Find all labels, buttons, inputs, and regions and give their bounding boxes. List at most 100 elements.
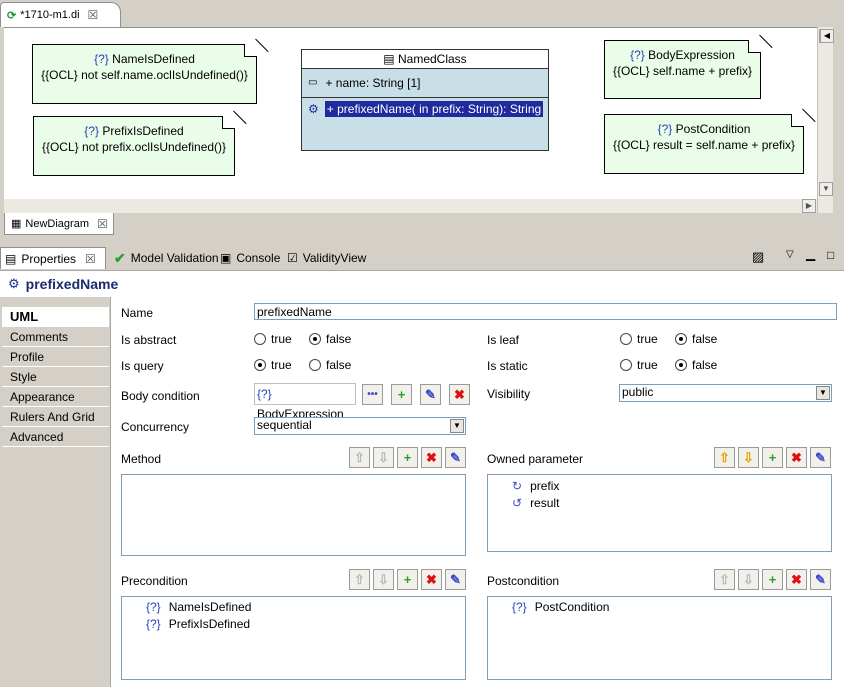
edit-button[interactable]: ✎ bbox=[445, 569, 466, 590]
is-static-false-radio[interactable]: false bbox=[675, 358, 717, 372]
tab-validity-view[interactable]: ☑ ValidityView bbox=[283, 247, 370, 269]
is-abstract-false-radio[interactable]: false bbox=[309, 332, 351, 346]
is-static-true-radio[interactable]: true bbox=[620, 358, 658, 372]
move-up-button[interactable]: ⇧ bbox=[714, 569, 735, 590]
edit-button[interactable]: ✎ bbox=[420, 384, 441, 405]
tab-console[interactable]: ▣ Console bbox=[216, 247, 284, 269]
move-up-button[interactable]: ⇧ bbox=[349, 447, 370, 468]
concurrency-select[interactable]: sequential ▼ bbox=[254, 417, 466, 435]
is-abstract-true-radio[interactable]: true bbox=[254, 332, 292, 346]
delete-button[interactable]: ✖ bbox=[449, 384, 470, 405]
move-down-button[interactable]: ⇩ bbox=[738, 447, 759, 468]
tab-properties[interactable]: ▤ Properties ☒ bbox=[0, 247, 106, 269]
delete-button[interactable]: ✖ bbox=[786, 569, 807, 590]
delete-button[interactable]: ✖ bbox=[786, 447, 807, 468]
is-leaf-false-radio[interactable]: false bbox=[675, 332, 717, 346]
properties-title-bar: ⚙ prefixedName bbox=[0, 270, 844, 297]
delete-button[interactable]: ✖ bbox=[421, 447, 442, 468]
precondition-list[interactable]: {?} NameIsDefined {?} PrefixIsDefined bbox=[121, 596, 466, 680]
radio-label: false bbox=[326, 332, 352, 346]
postcondition-list[interactable]: {?} PostCondition bbox=[487, 596, 832, 680]
constraint-icon: {?} bbox=[146, 617, 161, 631]
is-abstract-label: Is abstract bbox=[121, 333, 177, 347]
add-button[interactable]: + bbox=[762, 447, 783, 468]
name-field[interactable]: prefixedName bbox=[254, 303, 837, 320]
is-query-false-radio[interactable]: false bbox=[309, 358, 351, 372]
list-item-label: prefix bbox=[530, 479, 560, 493]
diagram-icon: ▦ bbox=[11, 218, 22, 230]
chevron-down-icon: ▼ bbox=[450, 419, 464, 433]
edit-button[interactable]: ✎ bbox=[810, 447, 831, 468]
radio-label: true bbox=[271, 332, 292, 346]
list-item[interactable]: {?} NameIsDefined bbox=[146, 600, 251, 614]
class-name: NamedClass bbox=[397, 52, 467, 66]
sidebar-item-rulers-and-grid[interactable]: Rulers And Grid bbox=[2, 407, 109, 427]
horizontal-scrollbar[interactable]: ▶ bbox=[4, 199, 817, 213]
close-icon[interactable]: ☒ bbox=[85, 252, 96, 266]
note-body-expression[interactable]: {?} BodyExpression {{OCL} self.name + pr… bbox=[604, 40, 761, 99]
move-down-button[interactable]: ⇩ bbox=[373, 447, 394, 468]
concurrency-value: sequential bbox=[257, 418, 312, 432]
note-prefix-is-defined[interactable]: {?} PrefixIsDefined {{OCL} not prefix.oc… bbox=[33, 116, 235, 176]
minimize-icon[interactable]: ▁ bbox=[806, 247, 815, 261]
diagram-tab[interactable]: ▦ NewDiagram ☒ bbox=[4, 213, 114, 235]
is-query-label: Is query bbox=[121, 359, 164, 373]
move-down-button[interactable]: ⇩ bbox=[738, 569, 759, 590]
operation-label[interactable]: + prefixedName( in prefix: String): Stri… bbox=[324, 101, 544, 117]
list-item[interactable]: {?} PostCondition bbox=[512, 600, 609, 614]
note-marker: {?} bbox=[657, 122, 673, 136]
browse-button[interactable]: ••• bbox=[362, 384, 383, 405]
sidebar-item-appearance[interactable]: Appearance bbox=[2, 387, 109, 407]
attribute-label[interactable]: + name: String [1] bbox=[325, 70, 420, 96]
sidebar-item-comments[interactable]: Comments bbox=[2, 327, 109, 347]
radio-label: false bbox=[692, 358, 718, 372]
sidebar-item-advanced[interactable]: Advanced bbox=[2, 427, 109, 447]
owned-parameter-list[interactable]: ↻ prefix ↺ result bbox=[487, 474, 832, 552]
note-title: PrefixIsDefined bbox=[102, 124, 184, 138]
edit-button[interactable]: ✎ bbox=[445, 447, 466, 468]
edit-button[interactable]: ✎ bbox=[810, 569, 831, 590]
add-button[interactable]: + bbox=[762, 569, 783, 590]
add-button[interactable]: + bbox=[397, 569, 418, 590]
is-query-true-radio[interactable]: true bbox=[254, 358, 292, 372]
editor-tab[interactable]: ⟳ *1710-m1.di ☒ bbox=[0, 2, 121, 27]
method-label: Method bbox=[121, 452, 162, 466]
move-up-button[interactable]: ⇧ bbox=[349, 569, 370, 590]
close-icon[interactable]: ☒ bbox=[88, 8, 99, 22]
move-down-button[interactable]: ⇩ bbox=[373, 569, 394, 590]
sidebar-item-uml[interactable]: UML bbox=[2, 307, 109, 327]
maximize-icon[interactable]: □ bbox=[827, 248, 834, 262]
note-post-condition[interactable]: {?} PostCondition {{OCL} result = self.n… bbox=[604, 114, 804, 174]
view-menu-icon[interactable]: ▽ bbox=[786, 249, 794, 260]
close-icon[interactable]: ☒ bbox=[97, 217, 108, 231]
sidebar-item-profile[interactable]: Profile bbox=[2, 347, 109, 367]
vertical-scrollbar[interactable]: ▲ ▼ bbox=[817, 27, 833, 213]
validity-icon: ☑ bbox=[287, 251, 298, 265]
add-button[interactable]: + bbox=[397, 447, 418, 468]
add-button[interactable]: + bbox=[391, 384, 412, 405]
list-item[interactable]: ↺ result bbox=[512, 496, 559, 510]
note-marker: {?} bbox=[84, 124, 99, 138]
list-item-label: PostCondition bbox=[534, 600, 610, 614]
scroll-down-icon[interactable]: ▼ bbox=[819, 182, 833, 196]
note-title: PostCondition bbox=[675, 122, 751, 136]
method-list[interactable] bbox=[121, 474, 466, 556]
scroll-right-icon[interactable]: ▶ bbox=[802, 199, 816, 213]
visibility-select[interactable]: public ▼ bbox=[619, 384, 832, 402]
tab-model-validation[interactable]: ✔ Model Validation bbox=[110, 247, 223, 269]
scroll-left-icon[interactable]: ◀ bbox=[820, 29, 834, 43]
note-name-is-defined[interactable]: {?} NameIsDefined {{OCL} not self.name.o… bbox=[32, 44, 257, 104]
body-condition-field[interactable]: {?} BodyExpression bbox=[254, 383, 356, 421]
list-item[interactable]: ↻ prefix bbox=[512, 479, 559, 493]
is-leaf-true-radio[interactable]: true bbox=[620, 332, 658, 346]
sidebar-item-style[interactable]: Style bbox=[2, 367, 109, 387]
owned-parameter-label: Owned parameter bbox=[487, 452, 584, 466]
list-item[interactable]: {?} PrefixIsDefined bbox=[146, 617, 250, 631]
class-named-class[interactable]: ▤ NamedClass ▭ + name: String [1] ⚙ + pref… bbox=[301, 49, 549, 151]
move-up-button[interactable]: ⇧ bbox=[714, 447, 735, 468]
visibility-label: Visibility bbox=[487, 387, 531, 401]
property-icon: ▭ bbox=[308, 77, 318, 88]
view-tab-strip: ▤ Properties ☒ ✔ Model Validation ▣ Cons… bbox=[0, 245, 844, 269]
delete-button[interactable]: ✖ bbox=[421, 569, 442, 590]
pin-icon[interactable]: ▨ bbox=[752, 249, 764, 265]
